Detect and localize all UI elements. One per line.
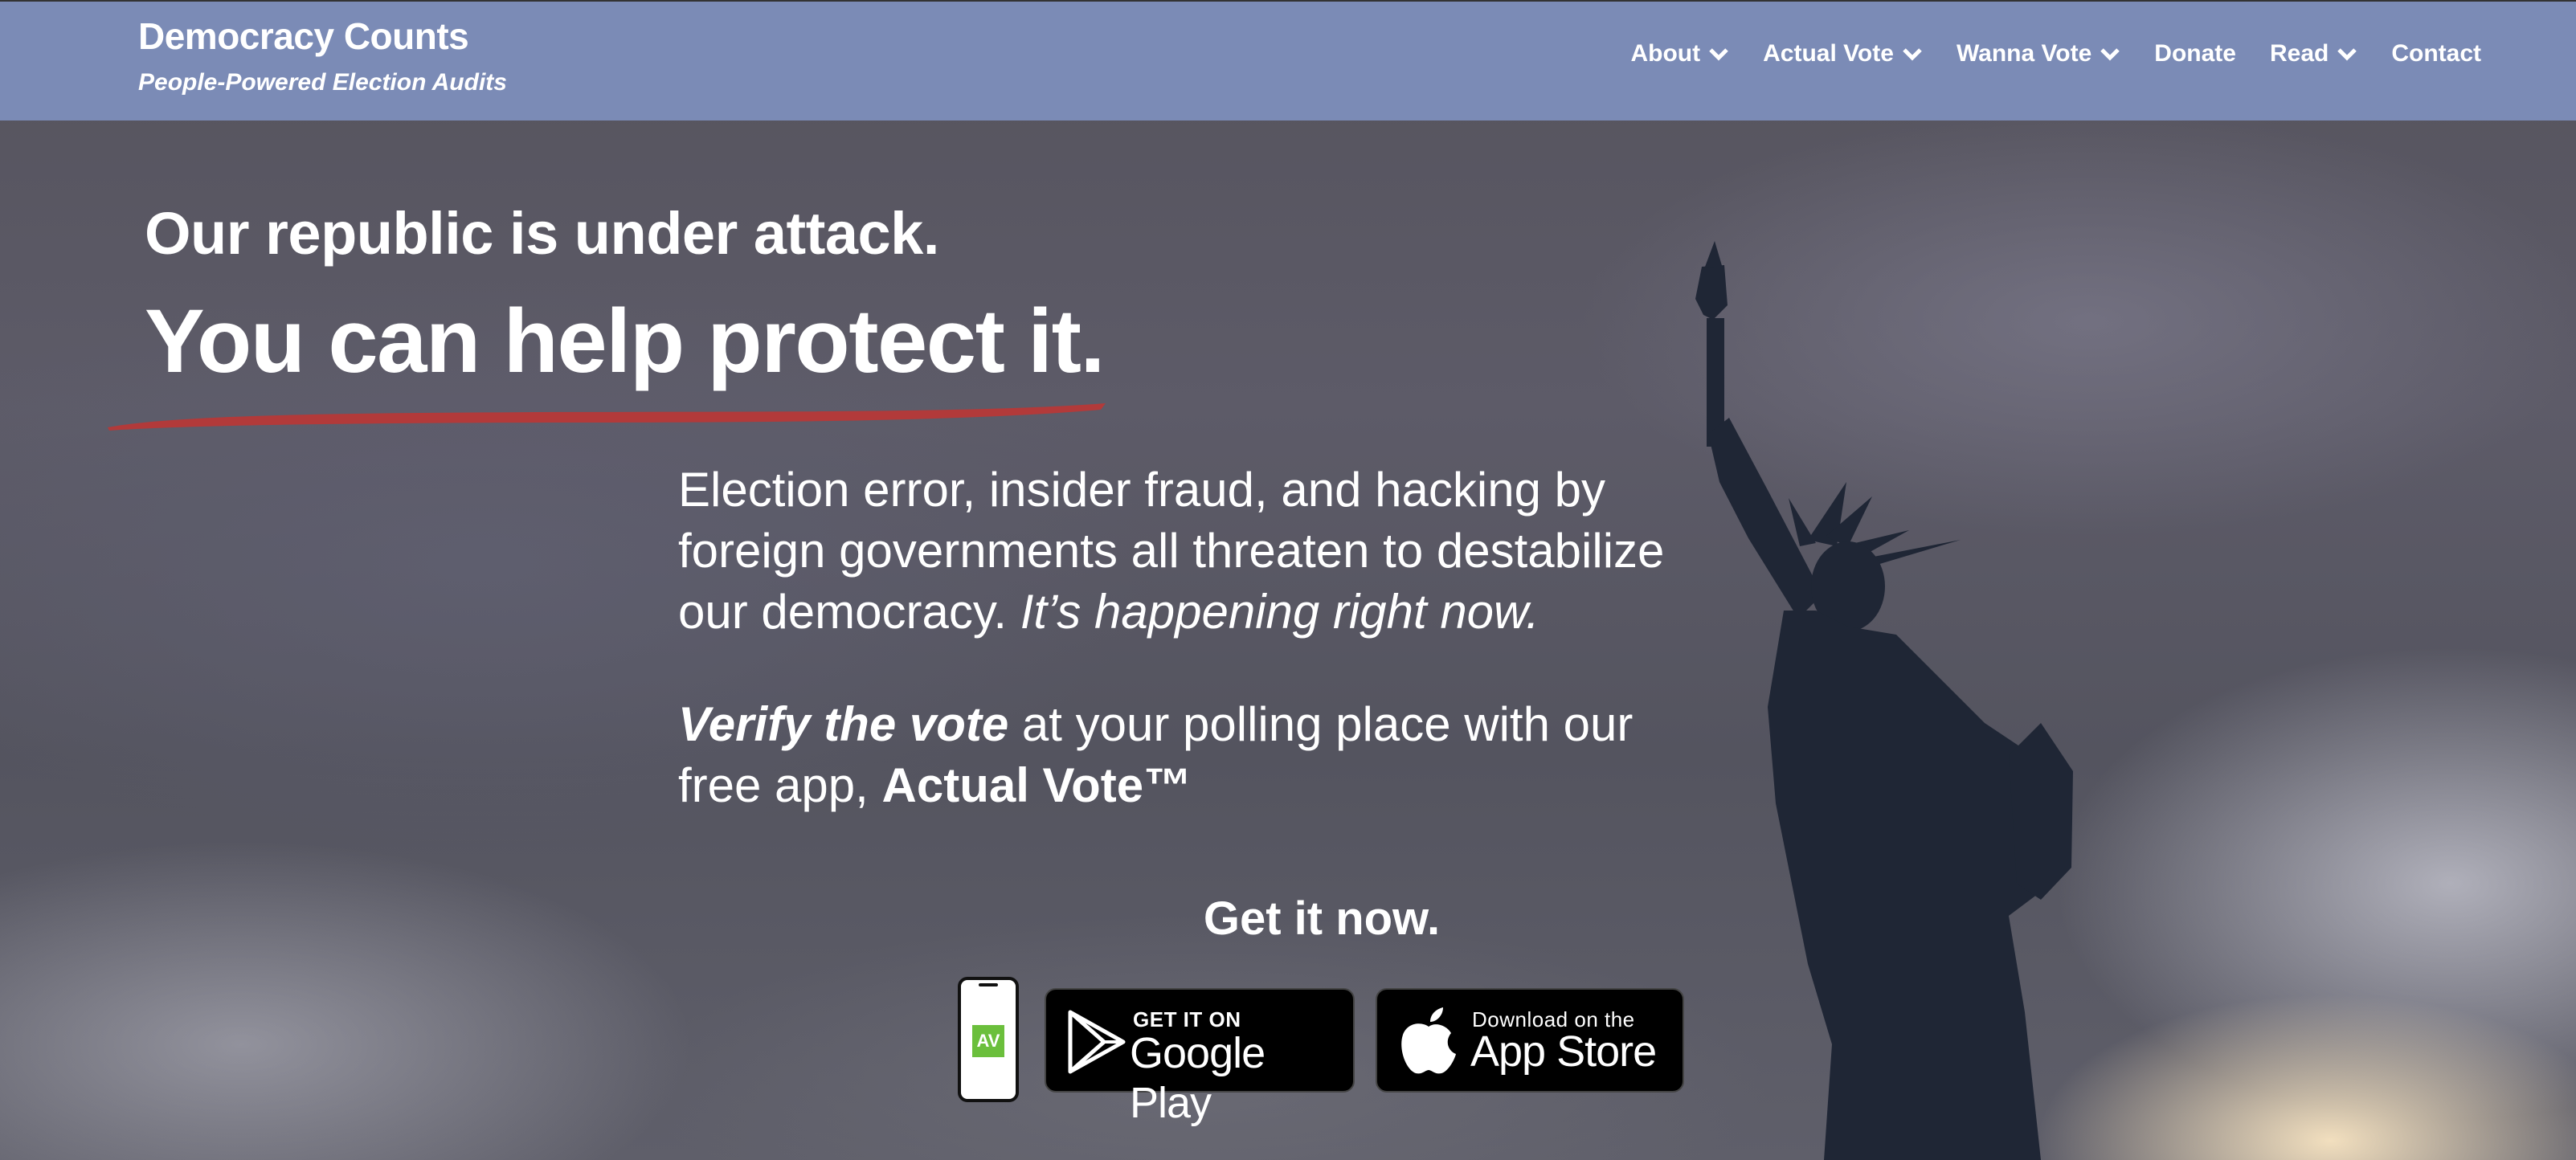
nav-item-about[interactable]: About bbox=[1630, 40, 1729, 67]
main-nav: About Actual Vote Wanna Vote Donate Read… bbox=[1597, 40, 2481, 67]
nav-item-label: Wanna Vote bbox=[1956, 40, 2092, 67]
chevron-down-icon bbox=[1709, 48, 1728, 61]
chevron-down-icon bbox=[1903, 48, 1922, 61]
phone-app-icon: AV bbox=[958, 977, 1019, 1102]
nav-item-label: Actual Vote bbox=[1763, 40, 1894, 67]
red-underline-swoosh bbox=[108, 403, 1106, 431]
get-it-now-cta: Get it now. bbox=[1203, 892, 1441, 945]
site-tagline: People-Powered Election Audits bbox=[138, 69, 507, 96]
google-play-button[interactable]: GET IT ON Google Play bbox=[1045, 988, 1355, 1127]
top-navbar: Democracy Counts People-Powered Election… bbox=[0, 0, 2576, 120]
nav-item-label: About bbox=[1630, 40, 1701, 67]
hero-body: Election error, insider fraud, and hacki… bbox=[678, 460, 1666, 868]
apple-icon bbox=[1401, 1007, 1456, 1074]
actual-vote-app-icon: AV bbox=[972, 1025, 1004, 1057]
app-store-button[interactable]: Download on the App Store bbox=[1376, 988, 1684, 1093]
verify-emphasis: Verify the vote bbox=[678, 697, 1009, 751]
happening-now-emphasis: It’s happening right now. bbox=[1020, 585, 1539, 639]
nav-item-contact[interactable]: Contact bbox=[2391, 40, 2481, 67]
nav-item-label: Contact bbox=[2391, 40, 2481, 67]
site-title[interactable]: Democracy Counts bbox=[138, 14, 469, 58]
nav-item-wanna-vote[interactable]: Wanna Vote bbox=[1957, 40, 2120, 67]
google-play-big-text: Google Play bbox=[1130, 1029, 1266, 1127]
chevron-down-icon bbox=[2100, 48, 2120, 61]
nav-item-label: Donate bbox=[2154, 40, 2236, 67]
nav-item-read[interactable]: Read bbox=[2270, 40, 2357, 67]
app-name: Actual Vote™ bbox=[881, 758, 1192, 812]
google-play-icon bbox=[1068, 1010, 1126, 1074]
nav-item-actual-vote[interactable]: Actual Vote bbox=[1763, 40, 1923, 67]
phone-notch bbox=[979, 983, 998, 986]
threat-paragraph: Election error, insider fraud, and hacki… bbox=[678, 460, 1666, 643]
headline-attack: Our republic is under attack. bbox=[145, 200, 939, 267]
app-store-big-text: App Store bbox=[1470, 1027, 1657, 1076]
headline-protect: You can help protect it. bbox=[145, 291, 1106, 391]
verify-paragraph: Verify the vote at your polling place wi… bbox=[678, 694, 1666, 816]
nav-item-label: Read bbox=[2269, 40, 2329, 67]
chevron-down-icon bbox=[2337, 48, 2357, 61]
nav-item-donate[interactable]: Donate bbox=[2154, 40, 2236, 67]
